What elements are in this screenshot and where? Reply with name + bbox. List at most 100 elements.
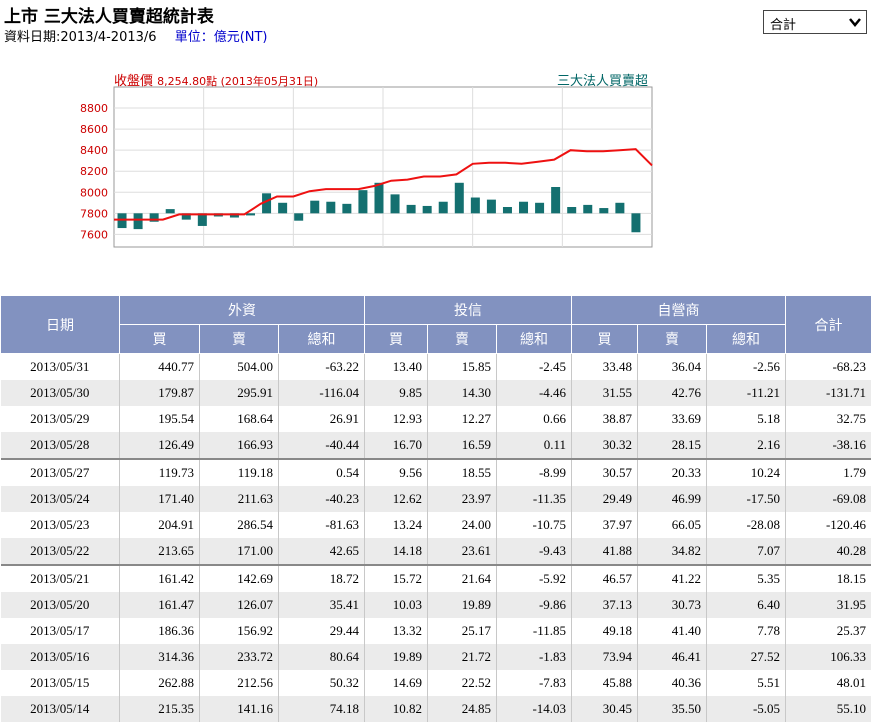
table-row: 2013/05/30 179.87 295.91 -116.04 9.85 14.30 -4… <box>0 380 871 406</box>
category-select-value: 合計 <box>770 18 797 33</box>
row-value: -8.99 <box>496 458 573 486</box>
row-value: -2.56 <box>706 353 787 380</box>
row-value: 35.50 <box>637 696 708 722</box>
row-value: 14.30 <box>427 380 498 406</box>
row-value: 46.57 <box>571 564 639 592</box>
row-value: 13.24 <box>364 512 429 538</box>
row-value: -5.05 <box>706 696 787 722</box>
row-value: 10.24 <box>706 458 787 486</box>
table-row: 2013/05/14 215.35 141.16 74.18 10.82 24.85 -14… <box>0 696 871 722</box>
table-row: 2013/05/21 161.42 142.69 18.72 15.72 21.64 -5.… <box>0 564 871 592</box>
row-value: 50.32 <box>278 670 366 696</box>
row-value: 171.00 <box>199 538 279 565</box>
row-value: 10.03 <box>364 592 429 618</box>
bar <box>470 197 480 214</box>
bar <box>326 201 336 214</box>
table-row: 2013/05/29 195.54 168.64 26.91 12.93 12.27 0.6… <box>0 406 871 432</box>
category-select[interactable]: 合計 <box>763 10 867 34</box>
row-value: 22.52 <box>427 670 498 696</box>
row-value: -14.03 <box>496 696 573 722</box>
bar <box>390 194 400 214</box>
y-tick-label: 8200 <box>80 165 108 178</box>
row-value: 12.27 <box>427 406 498 432</box>
row-value: -11.35 <box>496 486 573 512</box>
row-value: 16.70 <box>364 432 429 459</box>
row-value: 314.36 <box>119 644 200 670</box>
row-value: 41.22 <box>637 564 708 592</box>
row-value: -40.23 <box>278 486 366 512</box>
row-value: 141.16 <box>199 696 279 722</box>
row-value: 262.88 <box>119 670 200 696</box>
bar <box>422 205 432 214</box>
row-value: 66.05 <box>637 512 708 538</box>
table-row: 2013/05/15 262.88 212.56 50.32 14.69 22.52 -7.… <box>0 670 871 696</box>
row-value: 33.48 <box>571 353 639 380</box>
row-value: 233.72 <box>199 644 279 670</box>
row-value: 31.55 <box>571 380 639 406</box>
row-value: 7.07 <box>706 538 787 565</box>
row-value: 80.64 <box>278 644 366 670</box>
row-value: 37.13 <box>571 592 639 618</box>
bar <box>615 202 625 214</box>
row-value: -81.63 <box>278 512 366 538</box>
bar <box>599 208 609 214</box>
row-value: 55.10 <box>785 696 871 722</box>
row-value: 40.28 <box>785 538 871 565</box>
header-trust-net: 總和 <box>496 324 573 354</box>
row-value: 106.33 <box>785 644 871 670</box>
row-value: 38.87 <box>571 406 639 432</box>
date-range: 資料日期:2013/4-2013/6 <box>4 30 157 45</box>
row-value: 26.91 <box>278 406 366 432</box>
row-value: 142.69 <box>199 564 279 592</box>
row-value: 20.33 <box>637 458 708 486</box>
row-value: 119.18 <box>199 458 279 486</box>
row-value: 295.91 <box>199 380 279 406</box>
row-value: 12.62 <box>364 486 429 512</box>
y-tick-label: 8400 <box>80 144 108 157</box>
table-row: 2013/05/24 171.40 211.63 -40.23 12.62 23.97 -1… <box>0 486 871 512</box>
row-date: 2013/05/28 <box>0 432 120 459</box>
bar <box>631 213 641 233</box>
row-value: 23.97 <box>427 486 498 512</box>
row-value: 28.15 <box>637 432 708 459</box>
row-value: -9.86 <box>496 592 573 618</box>
row-value: 18.72 <box>278 564 366 592</box>
row-value: 32.75 <box>785 406 871 432</box>
row-value: 34.82 <box>637 538 708 565</box>
table-row: 2013/05/16 314.36 233.72 80.64 19.89 21.72 -1.… <box>0 644 871 670</box>
row-value: 46.99 <box>637 486 708 512</box>
row-value: 25.17 <box>427 618 498 644</box>
bar <box>502 207 512 214</box>
header-dealer-sell: 賣 <box>637 324 708 354</box>
row-value: 31.95 <box>785 592 871 618</box>
row-value: 23.61 <box>427 538 498 565</box>
row-value: -131.71 <box>785 380 871 406</box>
row-value: 195.54 <box>119 406 200 432</box>
row-date: 2013/05/16 <box>0 644 120 670</box>
bar <box>583 204 593 214</box>
row-value: 33.69 <box>637 406 708 432</box>
bar <box>278 202 288 214</box>
row-value: 6.40 <box>706 592 787 618</box>
row-value: -120.46 <box>785 512 871 538</box>
y-tick-label: 8800 <box>80 102 108 115</box>
row-value: -7.83 <box>496 670 573 696</box>
row-value: 41.88 <box>571 538 639 565</box>
row-value: 166.93 <box>199 432 279 459</box>
row-value: 10.82 <box>364 696 429 722</box>
table-row: 2013/05/28 126.49 166.93 -40.44 16.70 16.59 0.… <box>0 432 871 459</box>
bar <box>294 213 304 221</box>
table-body: 2013/05/31 440.77 504.00 -63.22 13.40 15.85 -2… <box>0 353 871 722</box>
row-value: 179.87 <box>119 380 200 406</box>
header-foreign-buy: 買 <box>119 324 200 354</box>
row-value: 16.59 <box>427 432 498 459</box>
row-value: 30.32 <box>571 432 639 459</box>
row-value: 0.66 <box>496 406 573 432</box>
row-value: 73.94 <box>571 644 639 670</box>
y-tick-label: 8600 <box>80 123 108 136</box>
bar <box>535 202 545 214</box>
row-value: 30.45 <box>571 696 639 722</box>
chevron-down-icon <box>849 18 861 27</box>
row-value: 14.18 <box>364 538 429 565</box>
row-value: 36.04 <box>637 353 708 380</box>
